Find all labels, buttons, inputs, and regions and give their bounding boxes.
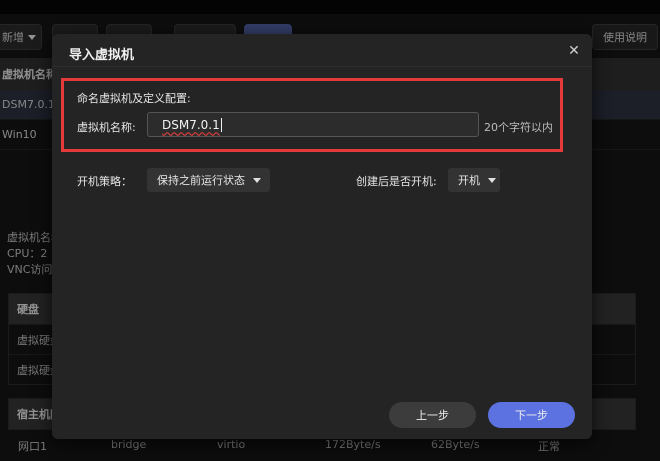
next-button-label: 下一步: [515, 409, 548, 422]
dialog-divider: [52, 66, 592, 67]
vm-name-input[interactable]: DSM7.0.1: [147, 112, 479, 137]
previous-button-label: 上一步: [416, 409, 449, 422]
chevron-down-icon: [488, 177, 496, 183]
close-icon[interactable]: ✕: [566, 43, 582, 59]
section-label: 命名虚拟机及定义配置:: [77, 92, 191, 105]
vm-name-hint: 20个字符以内: [484, 121, 553, 134]
next-button[interactable]: 下一步: [488, 402, 575, 428]
import-vm-dialog: 导入虚拟机 ✕ 命名虚拟机及定义配置: 虚拟机名称: DSM7.0.1 20个字…: [52, 34, 592, 439]
boot-policy-value: 保持之前运行状态: [157, 174, 245, 187]
start-after-create-value: 开机: [458, 174, 480, 187]
vm-name-value: DSM7.0.1: [162, 117, 220, 132]
dialog-title: 导入虚拟机: [69, 48, 135, 63]
boot-policy-label: 开机策略：: [77, 175, 132, 188]
start-after-create-select[interactable]: 开机: [448, 168, 500, 192]
chevron-down-icon: [253, 177, 261, 183]
previous-button[interactable]: 上一步: [389, 402, 476, 428]
vm-name-label: 虚拟机名称:: [77, 121, 136, 134]
start-after-create-label: 创建后是否开机:: [356, 175, 437, 188]
text-caret: [220, 117, 222, 132]
boot-policy-select[interactable]: 保持之前运行状态: [147, 168, 270, 192]
